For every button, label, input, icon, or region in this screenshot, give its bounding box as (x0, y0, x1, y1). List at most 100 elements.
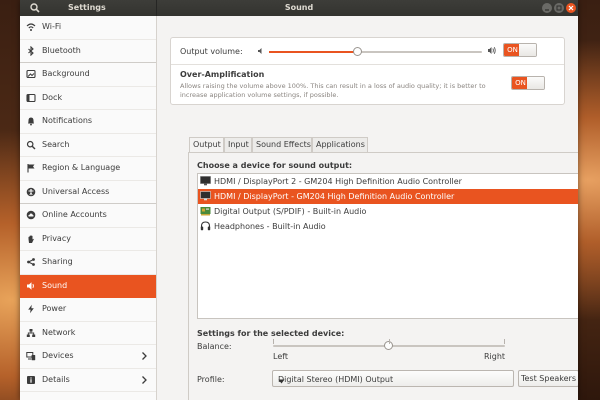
output-volume-slider[interactable] (269, 47, 482, 56)
balance-label: Balance: (197, 342, 232, 351)
minimize-button[interactable] (542, 3, 552, 13)
test-speakers-button[interactable]: Test Speakers (518, 370, 578, 387)
sidebar-item-wifi[interactable]: Wi-Fi (20, 16, 156, 40)
headphones-icon (200, 221, 211, 231)
over-amplification-toggle[interactable]: ON (511, 76, 545, 90)
dropdown-arrow-icon (278, 377, 509, 386)
dock-icon (26, 93, 36, 103)
sidebar-item-network[interactable]: Network (20, 322, 156, 345)
sidebar-header: Settings (20, 0, 157, 16)
balance-left-label: Left (273, 352, 289, 361)
tab-sound-effects[interactable]: Sound Effects (252, 137, 312, 152)
background-icon (26, 69, 36, 79)
device-list: HDMI / DisplayPort 2 - GM204 High Defini… (197, 173, 578, 319)
output-volume-toggle[interactable]: ON (503, 43, 537, 57)
wifi-icon (26, 22, 36, 32)
sidebar-item-label: Network (42, 327, 76, 337)
list-item[interactable]: HDMI / DisplayPort - GM204 High Definiti… (198, 189, 578, 204)
sidebar-item-label: Privacy (42, 233, 71, 243)
chevron-right-icon (140, 375, 148, 385)
sidebar-item-power[interactable]: Power (20, 298, 156, 322)
list-item[interactable]: Digital Output (S/PDIF) - Built-in Audio (198, 204, 578, 219)
output-volume-label: Output volume: (180, 47, 243, 56)
list-item[interactable]: Headphones - Built-in Audio (198, 219, 578, 234)
tab-output[interactable]: Output (189, 137, 224, 152)
sidebar-item-label: Wi-Fi (42, 22, 62, 31)
hand-icon (26, 234, 36, 244)
balance-tick-right (504, 339, 505, 344)
sidebar-item-notifications[interactable]: Notifications (20, 110, 156, 134)
speaker-low-icon (257, 47, 265, 57)
over-amplification-description: Allows raising the volume above 100%. Th… (180, 82, 486, 99)
output-volume-handle[interactable] (353, 47, 363, 56)
sidebar-item-label: Bluetooth (42, 45, 81, 55)
sidebar-item-label: Search (42, 139, 70, 149)
sidebar-item-search[interactable]: Search (20, 134, 156, 157)
sidebar-item-details[interactable]: Details (20, 369, 156, 392)
balance-tick-center (389, 339, 390, 344)
speaker-high-icon (487, 46, 497, 57)
monitor-icon (200, 176, 211, 186)
sidebar-item-sound[interactable]: Sound (20, 274, 156, 298)
divider (171, 64, 564, 65)
search-icon[interactable] (29, 2, 41, 14)
list-item[interactable]: HDMI / DisplayPort 2 - GM204 High Defini… (198, 174, 578, 189)
toggle-knob (527, 77, 544, 89)
sidebar-item-label: Power (42, 304, 67, 313)
sidebar-item-label: Region & Language (42, 163, 121, 172)
sidebar-item-label: Background (42, 69, 90, 78)
sidebar-item-label: Devices (42, 351, 74, 360)
sidebar-item-privacy[interactable]: Privacy (20, 228, 156, 251)
devices-icon (26, 351, 36, 361)
sidebar-item-dock[interactable]: Dock (20, 87, 156, 110)
close-button[interactable] (566, 3, 576, 13)
accessibility-icon (26, 187, 36, 197)
sidebar-item-devices[interactable]: Devices (20, 345, 156, 369)
balance-tick-left (273, 339, 274, 344)
sidebar: Wi-Fi Bluetooth Background Dock Notifica… (20, 16, 157, 400)
over-amplification-title: Over-Amplification (180, 70, 265, 79)
output-volume-panel: Output volume: ON Over-Amplification All… (170, 37, 565, 105)
sidebar-item-background[interactable]: Background (20, 63, 156, 87)
cloud-icon (26, 210, 36, 220)
sidebar-item-online-accounts[interactable]: Online Accounts (20, 204, 156, 228)
sidebar-item-label: Dock (42, 92, 63, 102)
sidebar-item-universal-access[interactable]: Universal Access (20, 181, 156, 204)
output-volume-fill (269, 51, 359, 53)
audio-card-icon (200, 206, 211, 216)
sound-panel: Output volume: ON Over-Amplification All… (157, 16, 578, 400)
settings-window: Settings Sound Wi-Fi Bluetooth Backgroun… (20, 0, 578, 400)
sidebar-item-label: Universal Access (42, 186, 110, 196)
monitor-icon (200, 191, 211, 201)
device-label: HDMI / DisplayPort 2 - GM204 High Defini… (214, 177, 462, 186)
chevron-right-icon (140, 351, 148, 361)
tab-applications[interactable]: Applications (312, 137, 368, 152)
power-icon (26, 304, 36, 314)
device-settings-title: Settings for the selected device: (197, 329, 345, 338)
profile-dropdown[interactable]: Digital Stereo (HDMI) Output (272, 370, 514, 387)
sidebar-item-bluetooth[interactable]: Bluetooth (20, 40, 156, 63)
device-label: Headphones - Built-in Audio (214, 222, 326, 231)
sidebar-item-label: Sharing (42, 257, 73, 266)
info-icon (26, 375, 36, 385)
bluetooth-icon (26, 45, 36, 56)
maximize-button[interactable] (554, 3, 564, 13)
sidebar-item-region-language[interactable]: Region & Language (20, 157, 156, 181)
balance-right-label: Right (484, 352, 506, 361)
toggle-knob (519, 44, 536, 56)
tab-input[interactable]: Input (224, 137, 252, 152)
profile-label: Profile: (197, 375, 225, 384)
search-icon (26, 140, 36, 150)
sidebar-item-label: Notifications (42, 116, 93, 125)
share-icon (26, 257, 36, 267)
bell-icon (26, 116, 36, 126)
balance-slider[interactable] (273, 341, 505, 350)
output-tab-content: Choose a device for sound output: HDMI /… (188, 152, 578, 400)
header-bar: Settings Sound (20, 0, 578, 16)
sidebar-item-label: Sound (42, 280, 68, 290)
flag-icon (26, 163, 36, 173)
choose-device-label: Choose a device for sound output: (197, 161, 353, 170)
sidebar-item-sharing[interactable]: Sharing (20, 251, 156, 275)
sidebar-item-label: Online Accounts (42, 210, 107, 219)
sidebar-item-label: Details (42, 374, 70, 384)
